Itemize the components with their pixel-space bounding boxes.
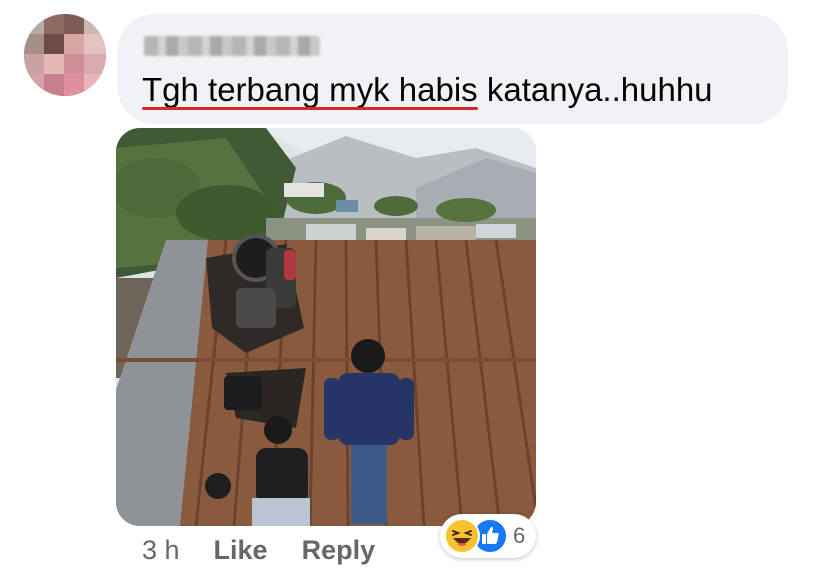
comment-timestamp[interactable]: 3 h: [142, 535, 180, 566]
author-name-blurred[interactable]: [144, 36, 320, 56]
reply-button[interactable]: Reply: [302, 535, 376, 566]
comment-bubble: Tgh terbang myk habis katanya..huhhu: [118, 14, 788, 124]
comment-rest-text: katanya..huhhu: [477, 71, 713, 108]
photo-image: [116, 128, 536, 526]
haha-reaction-icon: [444, 518, 480, 554]
reaction-count: 6: [513, 523, 526, 548]
avatar-image: [24, 14, 106, 96]
avatar[interactable]: [24, 14, 106, 96]
like-button[interactable]: Like: [214, 535, 268, 566]
comment-actions: 3 h Like Reply: [142, 530, 375, 570]
comment-text: Tgh terbang myk habis katanya..huhhu: [142, 70, 713, 110]
comment-photo[interactable]: [116, 128, 536, 526]
reactions-badge[interactable]: 6: [440, 514, 536, 558]
comment-underlined-text: Tgh terbang myk habis: [142, 71, 478, 108]
